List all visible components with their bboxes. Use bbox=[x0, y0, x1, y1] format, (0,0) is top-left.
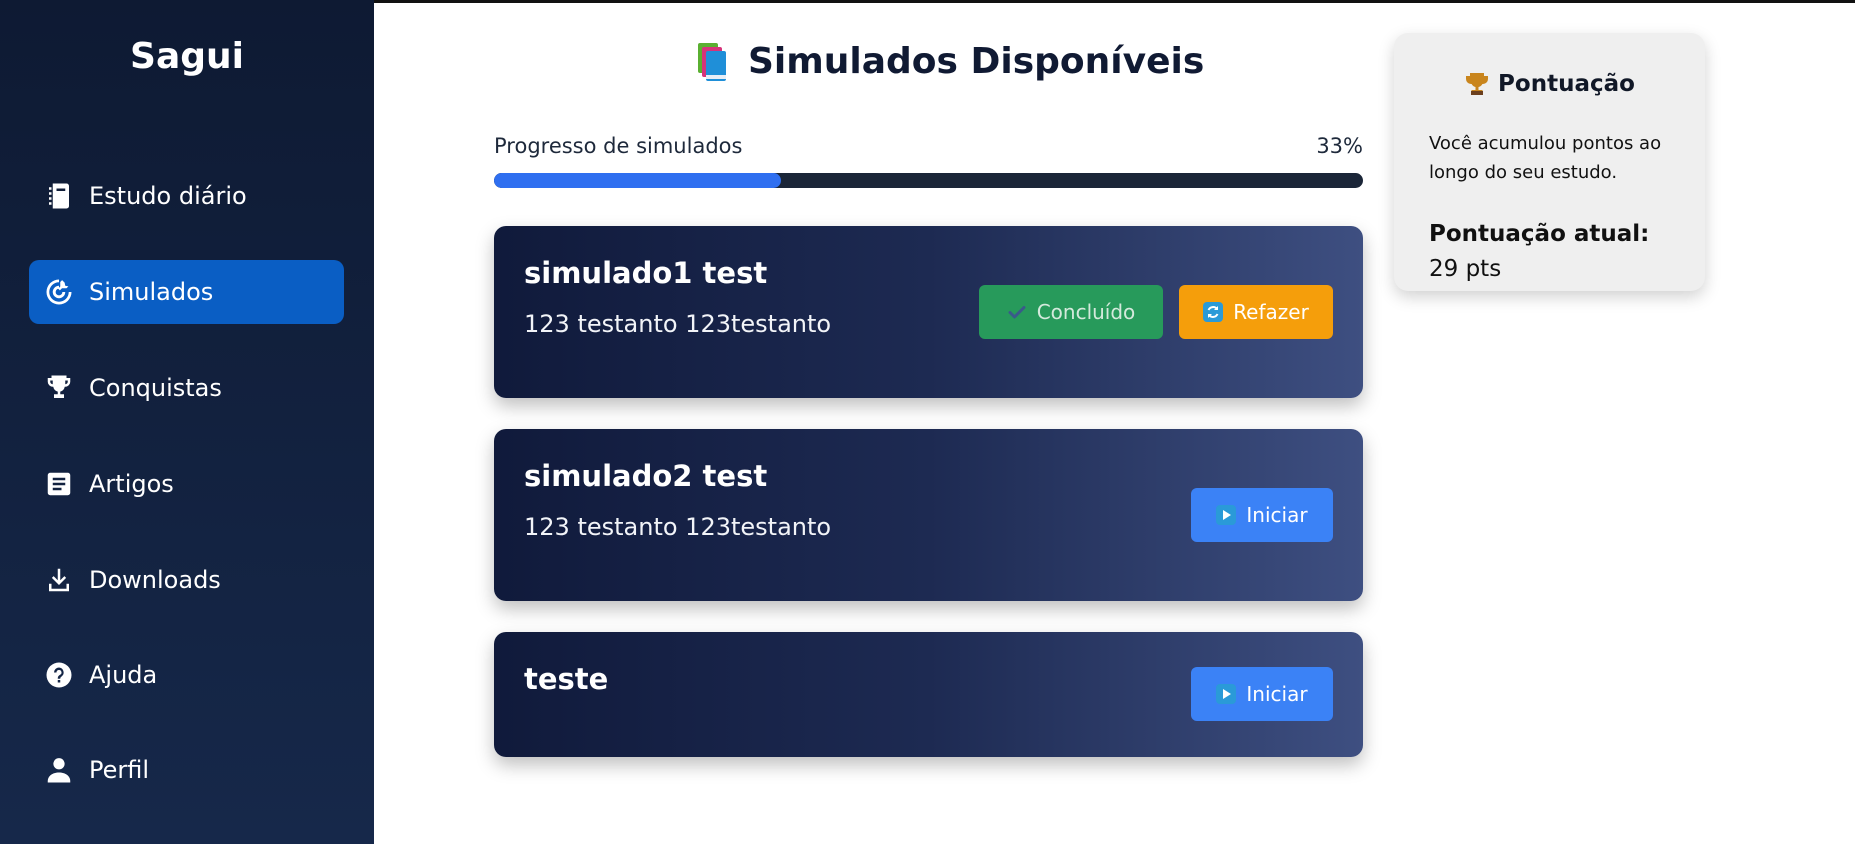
sidebar-item-label: Estudo diário bbox=[89, 182, 247, 210]
refazer-label: Refazer bbox=[1233, 300, 1309, 324]
score-current-label: Pontuação atual: bbox=[1429, 221, 1650, 247]
trophy-icon bbox=[1466, 73, 1489, 95]
sidebar: Sagui Estudo diário Simulados Conquistas… bbox=[0, 0, 374, 844]
page-title: Simulados Disponíveis bbox=[692, 36, 1204, 86]
sidebar-item-label: Artigos bbox=[89, 470, 174, 498]
sidebar-item-simulados[interactable]: Simulados bbox=[29, 260, 344, 324]
sidebar-item-artigos[interactable]: Artigos bbox=[29, 452, 344, 516]
sidebar-item-estudo-diario[interactable]: Estudo diário bbox=[29, 164, 344, 228]
target-icon bbox=[29, 277, 89, 307]
notebook-icon bbox=[29, 181, 89, 211]
progress-bar bbox=[494, 173, 1363, 188]
score-panel: Pontuação Você acumulou pontos ao longo … bbox=[1394, 33, 1705, 291]
iniciar-label: Iniciar bbox=[1246, 503, 1308, 527]
score-current-value: 29 pts bbox=[1429, 256, 1502, 282]
sidebar-item-label: Simulados bbox=[89, 278, 214, 306]
simulado-title: simulado2 test bbox=[524, 459, 768, 493]
sidebar-item-label: Conquistas bbox=[89, 374, 222, 402]
check-icon bbox=[1007, 302, 1027, 322]
simulado-card: simulado2 test 123 testanto 123testanto … bbox=[494, 429, 1363, 601]
sidebar-item-ajuda[interactable]: Ajuda bbox=[29, 643, 344, 707]
user-icon bbox=[29, 755, 89, 785]
simulado-description: 123 testanto 123testanto bbox=[524, 310, 832, 338]
article-icon bbox=[29, 469, 89, 499]
play-icon bbox=[1216, 684, 1237, 704]
progress-percent: 33% bbox=[1316, 134, 1363, 158]
score-title: Pontuação bbox=[1394, 71, 1705, 97]
help-icon bbox=[29, 660, 89, 690]
simulado-title: teste bbox=[524, 662, 609, 696]
sidebar-item-conquistas[interactable]: Conquistas bbox=[29, 356, 344, 420]
page-title-text: Simulados Disponíveis bbox=[748, 40, 1205, 82]
concluido-label: Concluído bbox=[1036, 300, 1136, 324]
sidebar-item-downloads[interactable]: Downloads bbox=[29, 548, 344, 612]
sidebar-item-label: Perfil bbox=[89, 756, 150, 784]
sidebar-item-perfil[interactable]: Perfil bbox=[29, 738, 344, 802]
trophy-icon bbox=[29, 373, 89, 403]
concluido-button[interactable]: Concluído bbox=[979, 285, 1163, 339]
progress-label: Progresso de simulados bbox=[494, 134, 743, 158]
score-description: Você acumulou pontos ao longo do seu est… bbox=[1429, 133, 1662, 183]
simulado-description: 123 testanto 123testanto bbox=[524, 513, 832, 541]
sidebar-item-label: Downloads bbox=[89, 566, 221, 594]
sidebar-item-label: Ajuda bbox=[89, 661, 158, 689]
play-icon bbox=[1216, 505, 1237, 525]
progress-bar-fill bbox=[494, 173, 781, 188]
download-icon bbox=[29, 565, 89, 595]
iniciar-button[interactable]: Iniciar bbox=[1191, 488, 1333, 542]
score-title-text: Pontuação bbox=[1498, 71, 1635, 97]
simulado-title: simulado1 test bbox=[524, 256, 768, 290]
simulado-card: teste Iniciar bbox=[494, 632, 1363, 757]
simulado-card: simulado1 test 123 testanto 123testanto … bbox=[494, 226, 1363, 398]
refazer-button[interactable]: Refazer bbox=[1179, 285, 1333, 339]
iniciar-button[interactable]: Iniciar bbox=[1191, 667, 1333, 721]
app-logo: Sagui bbox=[130, 36, 244, 77]
iniciar-label: Iniciar bbox=[1246, 682, 1308, 706]
books-icon bbox=[698, 43, 726, 81]
refresh-icon bbox=[1203, 302, 1224, 322]
